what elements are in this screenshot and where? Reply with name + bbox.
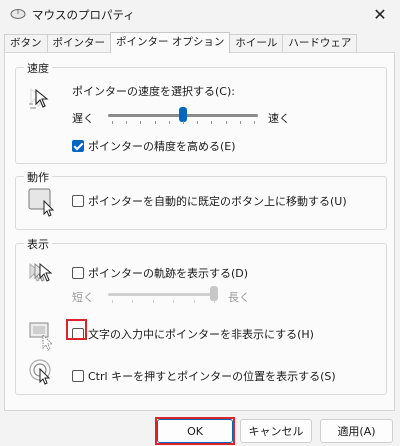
speed-slider-thumb[interactable] — [179, 107, 187, 122]
enhance-precision-label[interactable]: ポインターの精度を高める(E) — [88, 138, 236, 154]
speed-group: 速度 ポインターの速度を選択する(C): 遅く 速く ポインターの精度を高める(… — [15, 60, 387, 164]
slider-tick — [240, 121, 241, 124]
slider-tick — [183, 121, 184, 124]
cancel-button[interactable]: キャンセル — [240, 419, 312, 443]
pointer-speed-icon — [29, 87, 49, 109]
hide-typing-checkbox[interactable] — [72, 328, 84, 340]
pointer-trails-icon — [29, 262, 53, 282]
snap-group-label: 動作 — [24, 169, 52, 185]
tab-pointer-options[interactable]: ポインター オプション — [110, 32, 231, 53]
slider-tick — [214, 300, 215, 303]
ctrl-locate-label[interactable]: Ctrl キーを押すとポインターの位置を表示する(S) — [88, 368, 336, 384]
tab-wheel[interactable]: ホイール — [229, 34, 284, 53]
hide-typing-row[interactable]: 文字の入力中にポインターを非表示にする(H) — [72, 326, 314, 342]
snap-to-row[interactable]: ポインターを自動的に既定のボタン上に移動する(U) — [72, 193, 347, 209]
slider-tick — [155, 121, 156, 124]
slider-tick — [173, 300, 174, 303]
visibility-group: 表示 ポインターの軌跡を表示する(D) 短く 長く 文字の入力中にポインターを非… — [15, 236, 387, 395]
trails-label[interactable]: ポインターの軌跡を表示する(D) — [88, 265, 248, 281]
close-button[interactable]: ✕ — [366, 2, 394, 26]
slider-tick — [126, 121, 127, 124]
short-label: 短く — [72, 291, 94, 304]
slider-tick — [132, 300, 133, 303]
title-bar: マウスのプロパティ ✕ — [0, 0, 400, 28]
slider-tick — [226, 121, 227, 124]
trails-row[interactable]: ポインターの軌跡を表示する(D) — [72, 265, 248, 281]
tab-hardware[interactable]: ハードウェア — [282, 34, 358, 53]
slider-tick — [211, 121, 212, 124]
slider-tick — [194, 300, 195, 303]
long-label: 長く — [228, 291, 250, 304]
ctrl-locate-checkbox[interactable] — [72, 370, 84, 382]
speed-slider-ticks — [108, 121, 258, 125]
window-title: マウスのプロパティ — [32, 8, 135, 22]
tab-panel: 速度 ポインターの速度を選択する(C): 遅く 速く ポインターの精度を高める(… — [4, 52, 395, 411]
enhance-precision-checkbox[interactable] — [72, 140, 84, 152]
locate-pointer-icon — [29, 359, 51, 385]
enhance-precision-row[interactable]: ポインターの精度を高める(E) — [72, 138, 236, 154]
fast-label-row: 速く — [268, 110, 290, 126]
slider-tick — [169, 121, 170, 124]
snap-to-label[interactable]: ポインターを自動的に既定のボタン上に移動する(U) — [88, 193, 347, 209]
pointer-speed-slider[interactable] — [108, 107, 258, 125]
mouse-app-icon — [10, 9, 26, 19]
hide-while-typing-icon — [29, 322, 54, 351]
speed-prompt-row: ポインターの速度を選択する(C): — [72, 83, 235, 99]
visibility-group-label: 表示 — [24, 236, 52, 252]
tab-pointers[interactable]: ポインター — [46, 34, 111, 53]
slow-label-row: 遅く — [72, 110, 94, 126]
long-label-row: 長く — [228, 289, 250, 305]
slow-label: 遅く — [72, 112, 94, 125]
close-icon: ✕ — [373, 4, 387, 24]
hide-typing-label[interactable]: 文字の入力中にポインターを非表示にする(H) — [88, 326, 314, 342]
apply-button[interactable]: 適用(A) — [320, 419, 393, 443]
ok-button[interactable]: OK — [157, 419, 233, 443]
slider-tick — [112, 300, 113, 303]
slider-tick — [197, 121, 198, 124]
trails-length-slider[interactable] — [108, 286, 218, 304]
slider-tick — [140, 121, 141, 124]
speed-prompt-label: ポインターの速度を選択する(C): — [72, 85, 235, 98]
slider-tick — [153, 300, 154, 303]
short-label-row: 短く — [72, 289, 94, 305]
slider-tick — [254, 121, 255, 124]
trails-slider-thumb[interactable] — [210, 286, 218, 301]
fast-label: 速く — [268, 112, 290, 125]
slider-tick — [112, 121, 113, 124]
ctrl-locate-row[interactable]: Ctrl キーを押すとポインターの位置を表示する(S) — [72, 368, 336, 384]
snap-to-checkbox[interactable] — [72, 195, 84, 207]
tab-buttons[interactable]: ボタン — [4, 34, 48, 53]
speed-group-label: 速度 — [24, 60, 52, 76]
snap-group: 動作 ポインターを自動的に既定のボタン上に移動する(U) — [15, 169, 387, 230]
trails-slider-ticks — [108, 300, 218, 304]
tab-strip: ボタン ポインター ポインター オプション ホイール ハードウェア — [4, 32, 358, 53]
trails-checkbox[interactable] — [72, 267, 84, 279]
trails-slider-track[interactable] — [108, 293, 218, 296]
snap-to-button-icon — [28, 188, 55, 217]
